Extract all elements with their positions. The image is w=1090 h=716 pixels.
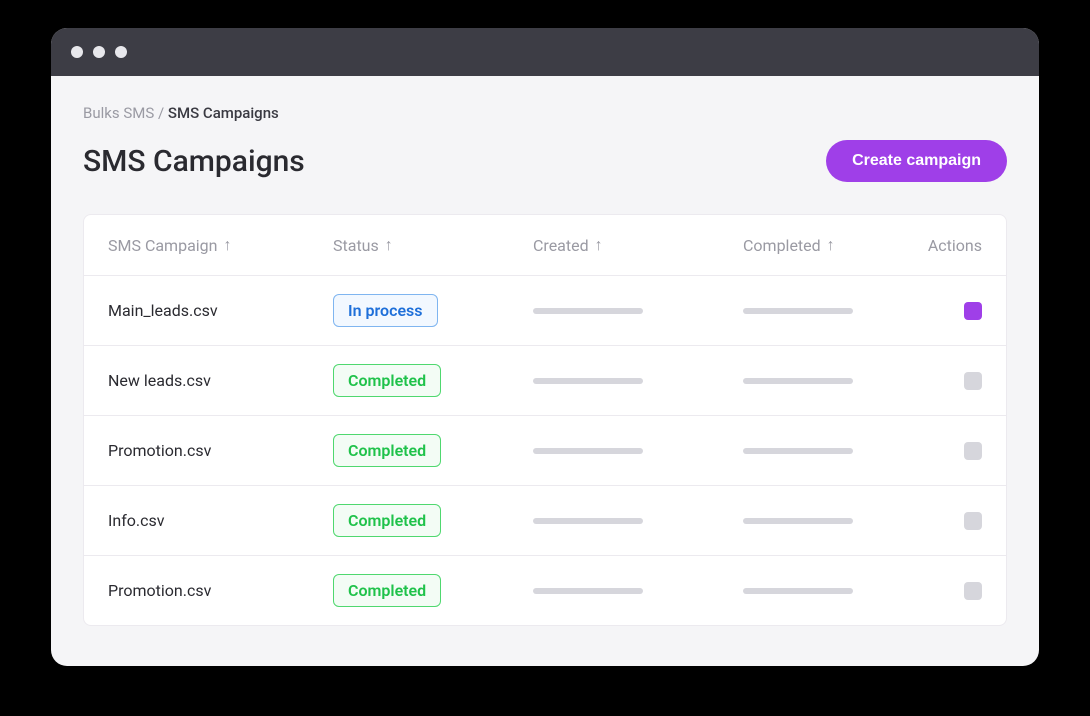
placeholder-bar xyxy=(533,518,643,524)
status-badge: Completed xyxy=(333,364,441,397)
titlebar xyxy=(51,28,1039,76)
status-badge: Completed xyxy=(333,504,441,537)
table-header-completed[interactable]: Completed ↑ xyxy=(743,235,923,255)
window-close-icon[interactable] xyxy=(71,46,83,58)
table-row[interactable]: Promotion.csvCompleted xyxy=(84,556,1006,625)
header-created-label: Created xyxy=(533,236,589,255)
breadcrumb-separator: / xyxy=(154,104,168,122)
campaign-name: Info.csv xyxy=(108,511,333,530)
campaign-completed xyxy=(743,308,923,314)
campaign-status: In process xyxy=(333,294,533,327)
campaign-actions xyxy=(923,512,982,530)
breadcrumb-current: SMS Campaigns xyxy=(168,104,279,122)
content-area: Bulks SMS / SMS Campaigns SMS Campaigns … xyxy=(51,76,1039,666)
campaign-name: New leads.csv xyxy=(108,371,333,390)
campaign-created xyxy=(533,518,743,524)
campaign-completed xyxy=(743,378,923,384)
placeholder-bar xyxy=(533,308,643,314)
table-header-created[interactable]: Created ↑ xyxy=(533,235,743,255)
action-button[interactable] xyxy=(964,442,982,460)
placeholder-bar xyxy=(743,588,853,594)
campaign-status: Completed xyxy=(333,504,533,537)
action-button[interactable] xyxy=(964,372,982,390)
table-header-status[interactable]: Status ↑ xyxy=(333,235,533,255)
table-row[interactable]: Main_leads.csvIn process xyxy=(84,276,1006,346)
create-campaign-button[interactable]: Create campaign xyxy=(826,140,1007,182)
breadcrumb-parent[interactable]: Bulks SMS xyxy=(83,104,154,122)
status-badge: Completed xyxy=(333,574,441,607)
sort-up-icon: ↑ xyxy=(385,235,393,255)
table-header: SMS Campaign ↑ Status ↑ Created ↑ Comple… xyxy=(84,215,1006,276)
campaign-actions xyxy=(923,372,982,390)
campaign-actions xyxy=(923,582,982,600)
campaign-name: Main_leads.csv xyxy=(108,301,333,320)
status-badge: Completed xyxy=(333,434,441,467)
campaign-name: Promotion.csv xyxy=(108,441,333,460)
breadcrumb: Bulks SMS / SMS Campaigns xyxy=(83,104,1007,122)
table-header-name[interactable]: SMS Campaign ↑ xyxy=(108,235,333,255)
campaign-created xyxy=(533,448,743,454)
campaign-status: Completed xyxy=(333,434,533,467)
campaign-completed xyxy=(743,448,923,454)
status-badge: In process xyxy=(333,294,438,327)
header-status-label: Status xyxy=(333,236,379,255)
placeholder-bar xyxy=(743,518,853,524)
table-header-actions: Actions xyxy=(923,236,982,255)
table-row[interactable]: Info.csvCompleted xyxy=(84,486,1006,556)
header-completed-label: Completed xyxy=(743,236,821,255)
campaigns-table: SMS Campaign ↑ Status ↑ Created ↑ Comple… xyxy=(83,214,1007,626)
action-button[interactable] xyxy=(964,512,982,530)
page-header: SMS Campaigns Create campaign xyxy=(83,140,1007,182)
header-actions-label: Actions xyxy=(928,236,982,255)
table-row[interactable]: Promotion.csvCompleted xyxy=(84,416,1006,486)
placeholder-bar xyxy=(533,588,643,594)
campaign-actions xyxy=(923,302,982,320)
campaign-actions xyxy=(923,442,982,460)
campaign-status: Completed xyxy=(333,574,533,607)
placeholder-bar xyxy=(743,448,853,454)
sort-up-icon: ↑ xyxy=(827,235,835,255)
campaign-completed xyxy=(743,588,923,594)
window-minimize-icon[interactable] xyxy=(93,46,105,58)
placeholder-bar xyxy=(533,448,643,454)
window-maximize-icon[interactable] xyxy=(115,46,127,58)
campaign-created xyxy=(533,378,743,384)
campaign-name: Promotion.csv xyxy=(108,581,333,600)
placeholder-bar xyxy=(743,308,853,314)
campaign-status: Completed xyxy=(333,364,533,397)
action-button[interactable] xyxy=(964,582,982,600)
sort-up-icon: ↑ xyxy=(223,235,231,255)
app-window: Bulks SMS / SMS Campaigns SMS Campaigns … xyxy=(51,28,1039,666)
campaign-completed xyxy=(743,518,923,524)
campaign-created xyxy=(533,308,743,314)
placeholder-bar xyxy=(533,378,643,384)
placeholder-bar xyxy=(743,378,853,384)
header-name-label: SMS Campaign xyxy=(108,236,217,255)
campaign-created xyxy=(533,588,743,594)
page-title: SMS Campaigns xyxy=(83,144,305,179)
table-row[interactable]: New leads.csvCompleted xyxy=(84,346,1006,416)
action-button[interactable] xyxy=(964,302,982,320)
table-body: Main_leads.csvIn processNew leads.csvCom… xyxy=(84,276,1006,625)
sort-up-icon: ↑ xyxy=(595,235,603,255)
